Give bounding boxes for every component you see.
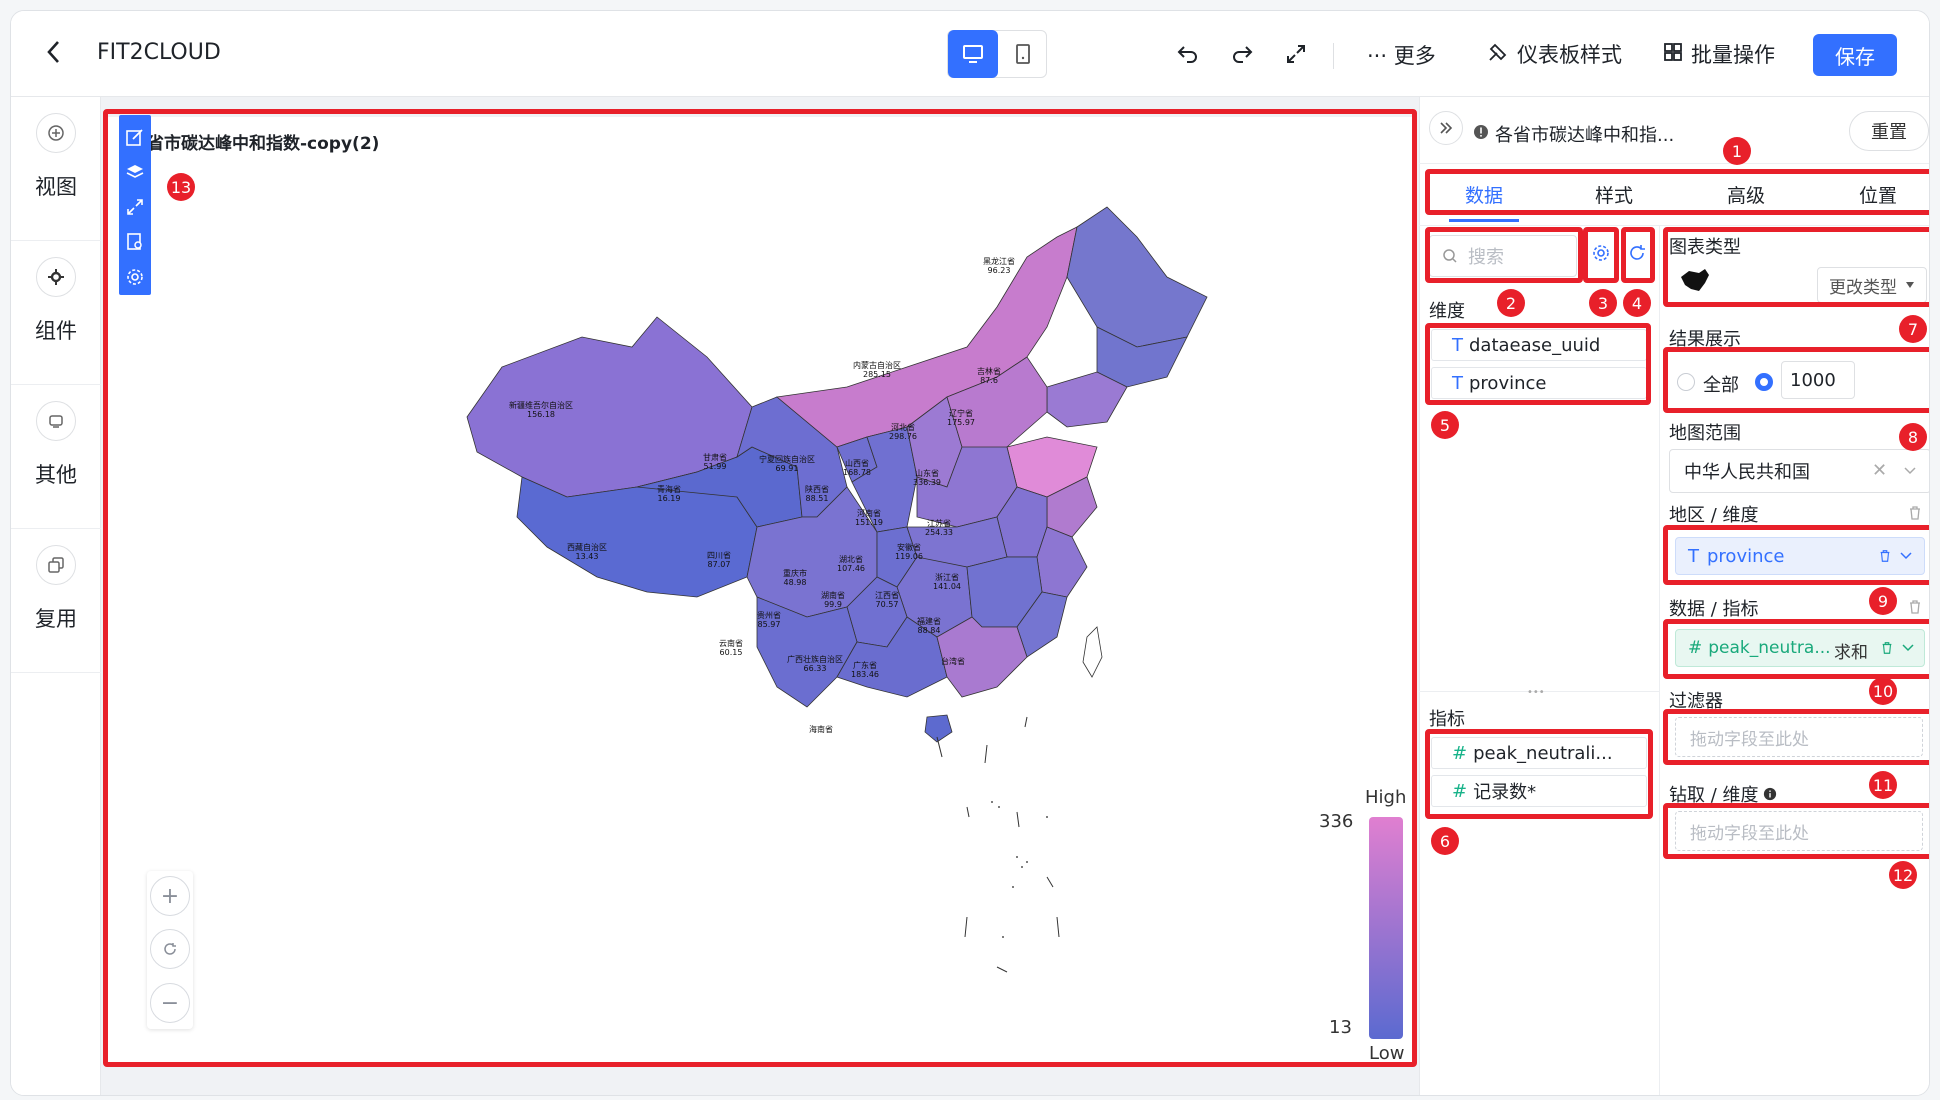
annotation-box-10	[1663, 619, 1929, 679]
sidebar-item-label: 其他	[35, 463, 77, 487]
app-window: FIT2CLOUD ··· 更多 仪表板样式 批量操作 保存 视图 组件 其他 …	[10, 10, 1930, 1096]
annotation-badge-12: 12	[1889, 861, 1917, 889]
annotation-box-13	[103, 109, 1417, 1067]
batch-operation-button[interactable]: 批量操作	[1663, 39, 1775, 69]
save-button[interactable]: 保存	[1813, 34, 1897, 76]
region-dimension-label: 地区 / 维度	[1669, 505, 1759, 526]
annotation-box-3	[1583, 227, 1619, 283]
component-icon	[36, 257, 76, 297]
annotation-box-1	[1425, 169, 1929, 215]
reset-button[interactable]: 重置	[1849, 111, 1929, 151]
annotation-box-12	[1663, 803, 1929, 859]
back-arrow-icon[interactable]	[37, 35, 71, 69]
sidebar-item-other[interactable]: 其他	[11, 385, 101, 529]
annotation-badge-3: 3	[1589, 289, 1617, 317]
redo-icon[interactable]	[1225, 37, 1259, 71]
data-metric-label: 数据 / 指标	[1669, 599, 1759, 620]
info-icon	[1473, 124, 1489, 144]
dimension-label: 维度	[1429, 301, 1465, 322]
annotation-badge-4: 4	[1623, 289, 1651, 317]
divider	[1333, 43, 1334, 69]
annotation-box-8	[1663, 347, 1929, 413]
sidebar-item-label: 视图	[35, 175, 77, 199]
annotation-badge-13: 13	[167, 173, 195, 201]
annotation-box-4	[1621, 227, 1655, 283]
tabs-separator	[1419, 225, 1929, 226]
clear-icon[interactable]: ✕	[1872, 460, 1887, 481]
panel-separator	[1419, 163, 1929, 164]
sidebar-item-view[interactable]: 视图	[11, 97, 101, 241]
batch-operation-label: 批量操作	[1691, 43, 1775, 67]
annotation-badge-8: 8	[1899, 423, 1927, 451]
annotation-box-11	[1663, 709, 1929, 765]
chevron-down-icon	[1904, 467, 1916, 475]
trash-icon[interactable]	[1907, 505, 1923, 525]
chart-name: 各省市碳达峰中和指...	[1495, 125, 1675, 146]
map-range-label: 地图范围	[1669, 423, 1741, 444]
annotation-box-5	[1425, 323, 1651, 405]
grid-icon	[1663, 42, 1683, 66]
mobile-view-button[interactable]	[998, 30, 1048, 78]
brush-icon	[1487, 41, 1509, 67]
double-chevron-right-icon	[1440, 122, 1453, 134]
copy-icon	[36, 545, 76, 585]
panel-divider	[1419, 97, 1420, 1095]
annotation-box-9	[1663, 525, 1929, 585]
annotation-badge-7: 7	[1899, 315, 1927, 343]
active-tab-indicator	[1449, 219, 1519, 222]
more-button[interactable]: ··· 更多	[1367, 40, 1436, 70]
dashboard-title: FIT2CLOUD	[97, 40, 221, 65]
left-sidebar: 视图 组件 其他 复用	[11, 97, 101, 1095]
annotation-badge-9: 9	[1869, 587, 1897, 615]
metric-label: 指标	[1429, 709, 1465, 730]
annotation-box-6	[1425, 729, 1653, 819]
info-icon	[1763, 787, 1776, 801]
dashboard-style-label: 仪表板样式	[1517, 43, 1622, 67]
undo-icon[interactable]	[1171, 37, 1205, 71]
annotation-badge-2: 2	[1497, 289, 1525, 317]
top-header: FIT2CLOUD ··· 更多 仪表板样式 批量操作 保存	[11, 11, 1929, 97]
annotation-badge-6: 6	[1431, 827, 1459, 855]
chart-name-row: 各省市碳达峰中和指...	[1473, 121, 1674, 147]
map-range-select[interactable]: 中华人民共和国 ✕	[1669, 449, 1929, 493]
annotation-badge-10: 10	[1869, 677, 1897, 705]
desktop-view-button[interactable]	[948, 30, 998, 78]
annotation-badge-5: 5	[1431, 411, 1459, 439]
trash-icon[interactable]	[1907, 599, 1923, 619]
column-divider	[1659, 225, 1660, 1095]
map-range-value: 中华人民共和国	[1684, 462, 1810, 483]
other-icon	[36, 401, 76, 441]
add-circle-icon	[36, 113, 76, 153]
annotation-badge-11: 11	[1869, 771, 1897, 799]
sidebar-item-component[interactable]: 组件	[11, 241, 101, 385]
sidebar-item-label: 组件	[35, 319, 77, 343]
device-toggle	[947, 30, 1047, 78]
collapse-panel-button[interactable]	[1429, 111, 1463, 145]
annotation-box-7	[1663, 227, 1929, 307]
sidebar-item-reuse[interactable]: 复用	[11, 529, 101, 673]
drag-handle-icon[interactable]: •••	[1527, 687, 1545, 698]
annotation-box-2	[1425, 227, 1583, 283]
sidebar-item-label: 复用	[35, 607, 77, 631]
dashboard-style-button[interactable]: 仪表板样式	[1487, 39, 1622, 69]
annotation-badge-1: 1	[1723, 137, 1751, 165]
fullscreen-icon[interactable]	[1279, 37, 1313, 71]
